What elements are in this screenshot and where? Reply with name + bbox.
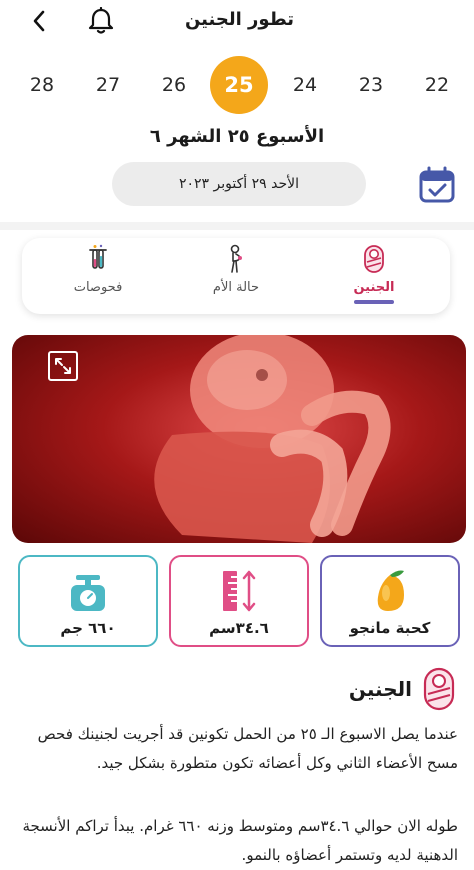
baby-section-header: الجنين	[349, 664, 456, 714]
baby-icon	[362, 244, 386, 274]
size-comparison: كحبة مانجو	[349, 619, 431, 637]
weight-card[interactable]: ٦٦٠ جم	[18, 555, 158, 647]
fetus-illustration	[154, 335, 391, 543]
week-item[interactable]: 26	[146, 56, 202, 114]
tab-tests[interactable]: فحوصات	[38, 244, 158, 308]
expand-icon	[48, 351, 78, 381]
tab-label: الجنين	[353, 280, 395, 295]
week-item[interactable]: 28	[14, 56, 70, 114]
chevron-left-icon	[33, 10, 45, 32]
section-divider	[0, 222, 474, 230]
tab-label: فحوصات	[73, 280, 123, 295]
description-paragraph: عندما يصل الاسبوع الـ ٢٥ من الحمل تكونين…	[37, 725, 458, 772]
week-item-selected[interactable]: 25	[210, 56, 268, 114]
fetus-image	[12, 335, 466, 543]
week-item[interactable]: 24	[277, 56, 333, 114]
notifications-button[interactable]	[86, 6, 116, 36]
week-item[interactable]: 23	[343, 56, 399, 114]
mango-icon	[377, 570, 404, 611]
weight-value: ٦٦٠ جم	[60, 619, 116, 637]
swaddled-baby-icon	[423, 667, 455, 711]
ruler-icon	[223, 570, 256, 612]
week-item[interactable]: 27	[80, 56, 136, 114]
expand-image-button[interactable]	[48, 351, 78, 381]
tab-mother-status[interactable]: حالة الأم	[176, 244, 296, 308]
test-tubes-icon	[86, 244, 110, 274]
back-button[interactable]	[26, 8, 52, 34]
page-title: تطور الجنين	[184, 9, 294, 30]
week-item[interactable]: 22	[409, 56, 465, 114]
date-display: الأحد ٢٩ أكتوبر ٢٠٢٣	[112, 162, 366, 206]
week-selector: 28 27 26 25 24 23 22	[0, 56, 474, 116]
calendar-check-icon	[419, 166, 455, 203]
size-card[interactable]: كحبة مانجو	[320, 555, 460, 647]
info-tabs: الجنين حالة الأم فحوصات	[22, 238, 450, 314]
app-header: تطور الجنين	[0, 0, 474, 42]
length-value: ٣٤.٦سم	[209, 619, 269, 637]
calendar-button[interactable]	[418, 166, 456, 204]
section-title: الجنين	[348, 677, 412, 701]
length-card[interactable]: ٣٤.٦سم	[169, 555, 309, 647]
pregnant-mother-icon	[224, 244, 248, 274]
tab-baby[interactable]: الجنين	[314, 244, 434, 308]
week-month-label: الأسبوع ٢٥ الشهر ٦	[149, 126, 325, 147]
description-paragraph: طوله الان حوالي ٣٤.٦سم ومتوسط وزنه ٦٦٠ غ…	[22, 817, 458, 864]
scale-icon	[71, 575, 105, 611]
active-tab-indicator	[354, 300, 394, 304]
tab-label: حالة الأم	[212, 280, 260, 295]
bell-icon	[88, 7, 114, 34]
